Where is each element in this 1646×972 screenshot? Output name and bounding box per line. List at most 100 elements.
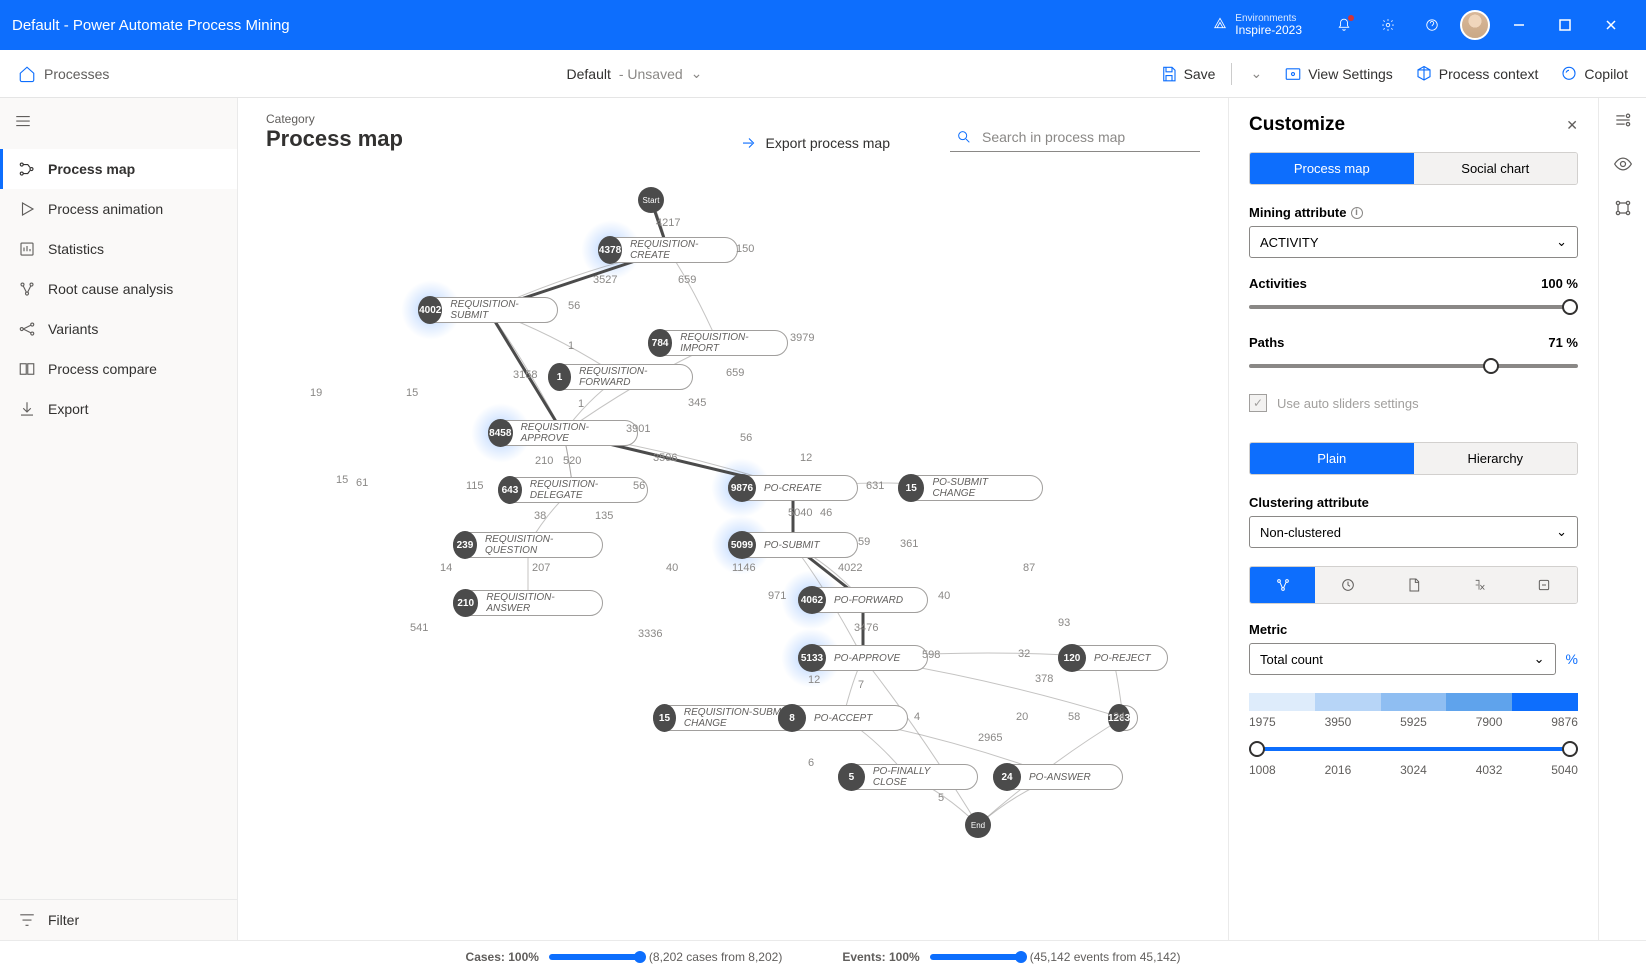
node-rf[interactable]: 1REQUISITION-FORWARD [548,364,693,390]
node-por[interactable]: 120PO-REJECT [1058,645,1168,671]
metric-mode-tabs [1249,566,1578,604]
metric-finance-icon[interactable] [1381,567,1446,603]
process-dropdown[interactable]: ⌄ [691,65,703,82]
rail-view-icon[interactable] [1613,154,1633,174]
tab-process-map[interactable]: Process map [1250,153,1414,184]
edge-label: 20 [1016,711,1028,723]
panel-close[interactable]: ✕ [1566,117,1578,134]
events-bar[interactable] [930,954,1020,960]
close-button[interactable] [1588,3,1634,47]
settings-icon[interactable] [1366,3,1410,47]
nav-root-cause[interactable]: Root cause analysis [0,269,237,309]
avatar[interactable] [1460,10,1490,40]
activities-label: Activities [1249,276,1307,291]
edge-label: 3527 [593,274,617,286]
search-process-map[interactable] [950,125,1200,152]
cases-bar[interactable] [549,954,639,960]
node-posc[interactable]: 15PO-SUBMIT CHANGE [898,475,1043,501]
node-ran[interactable]: 210REQUISITION-ANSWER [453,590,603,616]
process-context-button[interactable]: Process context [1415,65,1539,83]
nav-process-animation[interactable]: Process animation [0,189,237,229]
nav-process-map[interactable]: Process map [0,149,237,189]
process-map-canvas[interactable]: Start 4378REQUISITION-CREATE 4002REQUISITI… [238,162,1228,940]
edge-label: 5040 [788,507,812,519]
info-icon[interactable]: i [1351,207,1363,219]
node-start[interactable]: Start [638,187,664,213]
command-bar: Processes Default - Unsaved ⌄ Save ⌄ Vie… [0,50,1646,98]
metric-custom-icon[interactable] [1512,567,1577,603]
edge-label: 631 [866,480,884,492]
nav-process-compare[interactable]: Process compare [0,349,237,389]
edge-label: 361 [900,538,918,550]
clustering-select[interactable]: Non-clustered⌄ [1249,516,1578,548]
footer-events: Events: 100% (45,142 events from 45,142) [842,950,1180,964]
legend-range-slider[interactable] [1249,739,1578,759]
node-pfc[interactable]: 5PO-FINALLY CLOSE [838,764,978,790]
edge-label: 3979 [790,332,814,344]
maximize-button[interactable] [1542,3,1588,47]
node-rd[interactable]: 643REQUISITION-DELEGATE [498,477,648,503]
environment-icon [1213,16,1227,35]
rail-customize-icon[interactable] [1613,110,1633,130]
edge-label: 14 [440,562,452,574]
auto-sliders-checkbox: ✓Use auto sliders settings [1249,394,1578,412]
minimize-button[interactable] [1496,3,1542,47]
tab-social-chart[interactable]: Social chart [1414,153,1578,184]
copilot-button[interactable]: Copilot [1560,65,1628,83]
edge-label: 38 [534,510,546,522]
nav-statistics[interactable]: Statistics [0,229,237,269]
edge-label: 3158 [513,369,537,381]
node-rq[interactable]: 239REQUISITION-QUESTION [453,532,603,558]
metric-fx-icon[interactable] [1446,567,1511,603]
customize-panel: Customize ✕ Process map Social chart Min… [1228,98,1598,940]
node-poans[interactable]: 24PO-ANSWER [993,764,1123,790]
metric-frequency-icon[interactable] [1250,567,1315,603]
main-area: Category Process map Export process map … [238,98,1228,940]
metric-time-icon[interactable] [1315,567,1380,603]
edge-label: 3476 [854,622,878,634]
save-button[interactable]: Save [1160,65,1216,83]
edge-label: 24 [1113,711,1125,723]
notifications-icon[interactable] [1322,3,1366,47]
node-poa[interactable]: 5133PO-APPROVE [798,645,928,671]
nav-variants[interactable]: Variants [0,309,237,349]
edge-label: 7 [858,679,864,691]
tab-plain[interactable]: Plain [1250,443,1414,474]
edge-label: 3901 [626,423,650,435]
panel-tabs: Process map Social chart [1249,152,1578,185]
tab-hierarchy[interactable]: Hierarchy [1414,443,1578,474]
breadcrumb-processes[interactable]: Processes [18,65,109,83]
app-title: Default - Power Automate Process Mining [12,17,290,34]
view-settings-button[interactable]: View Settings [1284,65,1393,83]
node-end[interactable]: End [965,812,991,838]
mining-attribute-select[interactable]: ACTIVITY⌄ [1249,226,1578,258]
metric-percent-toggle[interactable]: % [1566,651,1578,667]
edge-label: 659 [726,367,744,379]
edge-label: 207 [532,562,550,574]
edge-label: 56 [568,300,580,312]
export-process-map[interactable]: Export process map [740,134,891,152]
node-pos[interactable]: 5099PO-SUBMIT [728,532,858,558]
environment-picker[interactable]: Environments Inspire-2023 [1213,13,1302,37]
edge-label: 1146 [732,562,756,574]
nav-toggle[interactable] [0,104,237,149]
edge-label: 971 [768,590,786,602]
node-pac[interactable]: 8PO-ACCEPT [778,705,908,731]
activities-slider[interactable] [1249,297,1578,317]
paths-slider[interactable] [1249,356,1578,376]
edge-label: 87 [1023,562,1035,574]
node-poc[interactable]: 9876PO-CREATE [728,475,858,501]
rail-hierarchy-icon[interactable] [1613,198,1633,218]
nav-filter[interactable]: Filter [0,899,237,940]
nav-export[interactable]: Export [0,389,237,429]
save-dropdown[interactable]: ⌄ [1250,65,1262,82]
node-rc[interactable]: 4378REQUISITION-CREATE [598,237,738,263]
node-ri[interactable]: 784REQUISITION-IMPORT [648,330,788,356]
node-pof[interactable]: 4062PO-FORWARD [798,587,928,613]
help-icon[interactable] [1410,3,1454,47]
right-rail [1598,98,1646,940]
metric-select[interactable]: Total count⌄ [1249,643,1556,675]
search-input[interactable] [982,129,1194,145]
node-ra[interactable]: 8458REQUISITION-APPROVE [488,420,638,446]
node-rs[interactable]: 4002REQUISITION-SUBMIT [418,297,558,323]
